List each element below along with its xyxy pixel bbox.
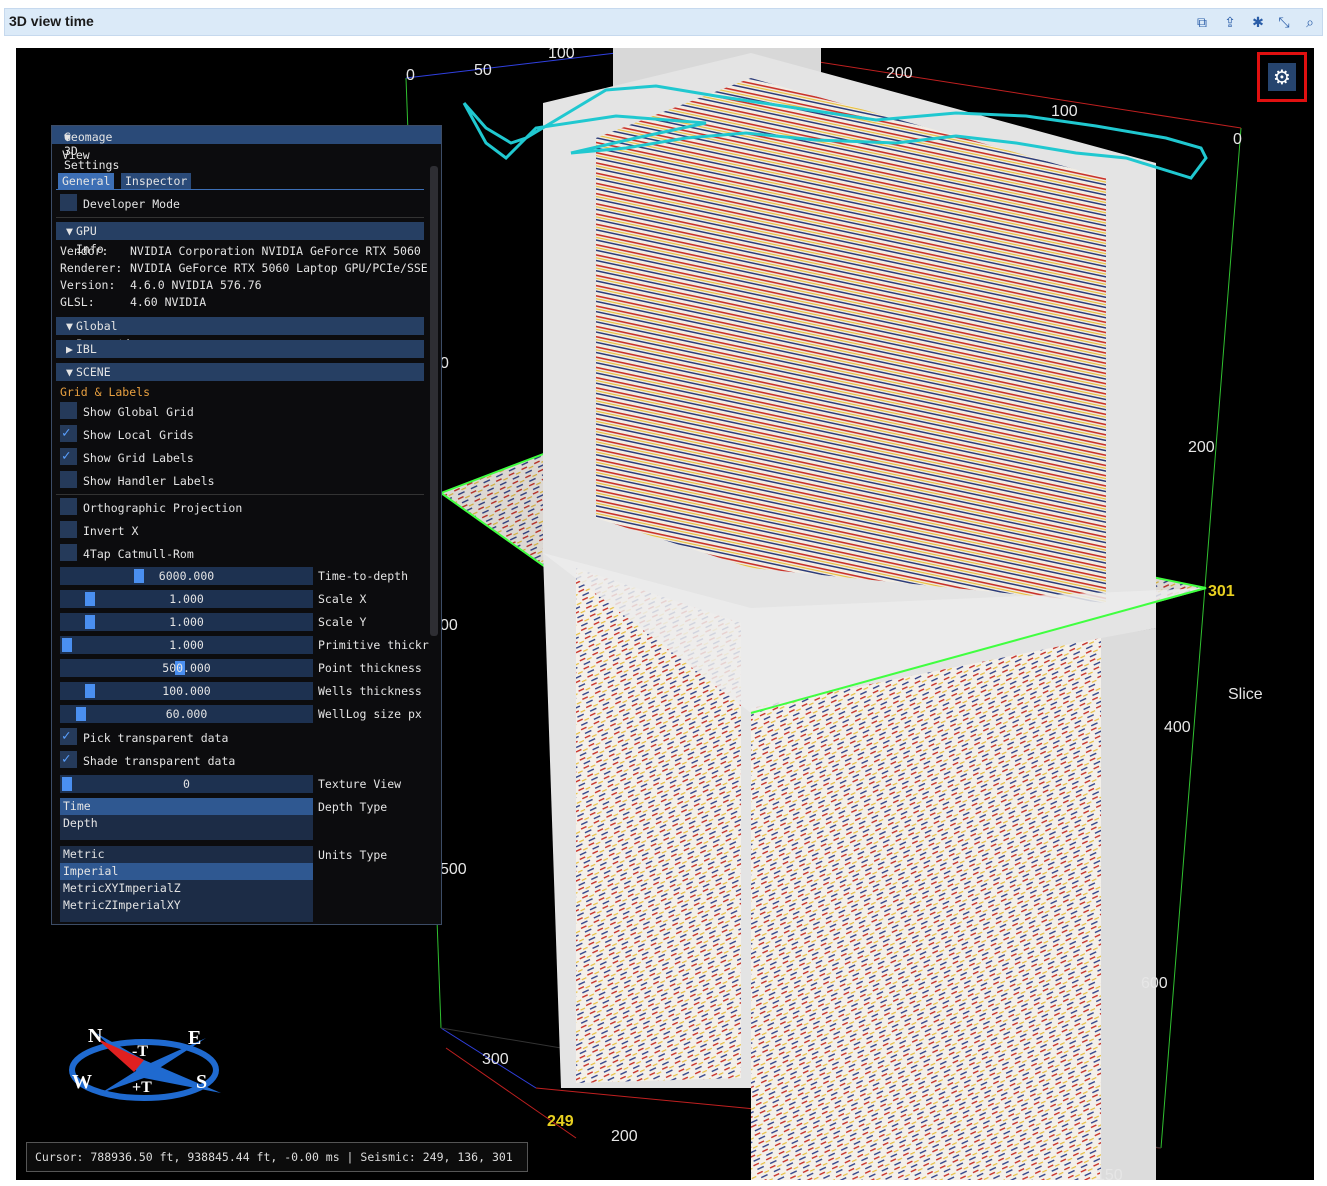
units-type-option[interactable]: MetricXYImperialZ: [60, 880, 313, 897]
axis-label-right-3: 150: [1096, 1167, 1123, 1180]
pick-transparent-checkbox[interactable]: [60, 726, 77, 746]
shade-transparent-checkbox[interactable]: [60, 749, 77, 769]
show-local-grids-checkbox[interactable]: [60, 423, 77, 443]
catmull-rom-checkbox[interactable]: [60, 544, 77, 561]
section-gpu-info[interactable]: ▼ GPU Info: [56, 222, 424, 256]
slider-value: 6000.000: [158, 569, 215, 583]
units-type-label: Units Type: [318, 848, 388, 862]
compass-s: S: [196, 1071, 207, 1093]
window-titlebar: 3D view time ⧉ ⇪ ✱ ⤡ ⌕: [4, 8, 1323, 36]
slider-label: Point thickness: [318, 661, 422, 675]
slider-label: WellLog size px: [318, 707, 422, 721]
slider-label: Time-to-depth: [318, 569, 409, 583]
slider-4[interactable]: 500.000: [60, 659, 313, 677]
slice-index-right: 301: [1208, 583, 1235, 600]
show-handler-labels-checkbox[interactable]: [60, 471, 77, 488]
compass-t-minus: -T: [132, 1043, 148, 1060]
slider-value: 100.000: [162, 684, 211, 698]
compass-e: E: [188, 1027, 201, 1049]
axis-label-left-1: 00: [440, 617, 458, 634]
tab-general[interactable]: General: [58, 173, 115, 189]
units-type-option[interactable]: Imperial: [60, 863, 313, 880]
section-global-properties[interactable]: ▼ Global Properties: [56, 317, 424, 351]
axis-label-bottom-1: 200: [611, 1128, 638, 1145]
slider-value: 500.000: [162, 661, 211, 675]
slider-5[interactable]: 100.000: [60, 682, 313, 700]
texture-view-slider[interactable]: 0: [60, 775, 313, 793]
slider-label: Wells thickness: [318, 684, 422, 698]
invert-x-checkbox[interactable]: [60, 521, 77, 538]
compass-t-plus: +T: [132, 1079, 152, 1096]
depth-type-list[interactable]: Time Depth: [60, 798, 313, 840]
axis-label-top-3: 200: [886, 65, 913, 82]
slider-value: 1.000: [169, 638, 204, 652]
fit-view-icon[interactable]: ⤡: [1275, 14, 1293, 32]
window-title: 3D view time: [9, 13, 94, 29]
axis-label-right-0: 200: [1188, 439, 1215, 456]
slice-index-bottom: 249: [547, 1113, 574, 1130]
slider-label: Scale X: [318, 592, 367, 606]
slider-6[interactable]: 60.000: [60, 705, 313, 723]
compass-w: W: [72, 1071, 92, 1093]
slider-2[interactable]: 1.000: [60, 613, 313, 631]
slider-value: 60.000: [165, 707, 208, 721]
slider-value: 1.000: [169, 592, 204, 606]
units-type-option[interactable]: Metric: [60, 846, 313, 863]
axis-label-bottom-0: 300: [482, 1051, 509, 1068]
3d-viewport[interactable]: 100 50 0 200 100 0 200 400 600 150 0 00 …: [16, 48, 1314, 1180]
scene-settings-button[interactable]: ⚙: [1257, 52, 1307, 102]
developer-mode-checkbox[interactable]: [60, 194, 77, 211]
settings-panel-header[interactable]: ▼ Geomage 3D Settings: [52, 126, 441, 172]
section-scene[interactable]: ▼ SCENE: [56, 363, 424, 381]
axis-label-right-2: 600: [1141, 975, 1168, 992]
inline-slice[interactable]: [596, 78, 751, 568]
axis-label-top-4: 100: [1051, 103, 1078, 120]
section-ibl[interactable]: ▶ IBL: [56, 340, 424, 358]
slider-1[interactable]: 1.000: [60, 590, 313, 608]
gear-icon[interactable]: ⚙: [1268, 63, 1296, 91]
slider-value: 1.000: [169, 615, 204, 629]
panel-scrollbar[interactable]: [430, 166, 438, 636]
compass-icon: N E W S -T +T: [69, 1025, 221, 1101]
depth-type-option[interactable]: Depth: [60, 815, 313, 832]
settings-panel[interactable]: ▼ Geomage 3D Settings View General Inspe…: [51, 125, 442, 925]
units-type-option[interactable]: MetricZImperialXY: [60, 897, 313, 914]
developer-mode-label: Developer Mode: [83, 197, 180, 211]
units-type-list[interactable]: Metric Imperial MetricXYImperialZ Metric…: [60, 846, 313, 922]
gpu-glsl-value: 4.60 NVIDIA: [130, 295, 207, 309]
status-bar: Cursor: 788936.50 ft, 938845.44 ft, -0.0…: [26, 1142, 528, 1172]
show-global-grid-checkbox[interactable]: [60, 402, 77, 419]
slice-label: Slice: [1228, 686, 1263, 703]
slider-label: Scale Y: [318, 615, 367, 629]
orthographic-checkbox[interactable]: [60, 498, 77, 515]
layers-icon[interactable]: ⧉: [1193, 14, 1211, 32]
tab-inspector[interactable]: Inspector: [121, 173, 192, 189]
axis-label-top-5: 0: [1233, 131, 1242, 148]
share-icon[interactable]: ⇪: [1221, 14, 1239, 32]
show-grid-labels-checkbox[interactable]: [60, 446, 77, 466]
axis-label-right-1: 400: [1164, 719, 1191, 736]
pick-icon[interactable]: ⌕: [1301, 14, 1319, 32]
grid-labels-heading: Grid & Labels: [60, 385, 151, 399]
axis-label-top-1: 50: [474, 62, 492, 79]
axis-label-left-2: 500: [440, 861, 467, 878]
menu-view[interactable]: View: [62, 145, 90, 165]
axis-label-top-0: 100: [548, 48, 575, 62]
compass-n: N: [88, 1025, 103, 1047]
slider-3[interactable]: 1.000: [60, 636, 313, 654]
axis-label-top-2: 0: [406, 67, 415, 84]
settings-icon[interactable]: ✱: [1249, 14, 1267, 32]
slider-label: Primitive thickr: [318, 638, 429, 652]
depth-type-option[interactable]: Time: [60, 798, 313, 815]
gpu-glsl-key: GLSL:: [60, 295, 95, 309]
texture-view-label: Texture View: [318, 777, 402, 791]
depth-type-label: Depth Type: [318, 800, 388, 814]
slider-0[interactable]: 6000.000: [60, 567, 313, 585]
